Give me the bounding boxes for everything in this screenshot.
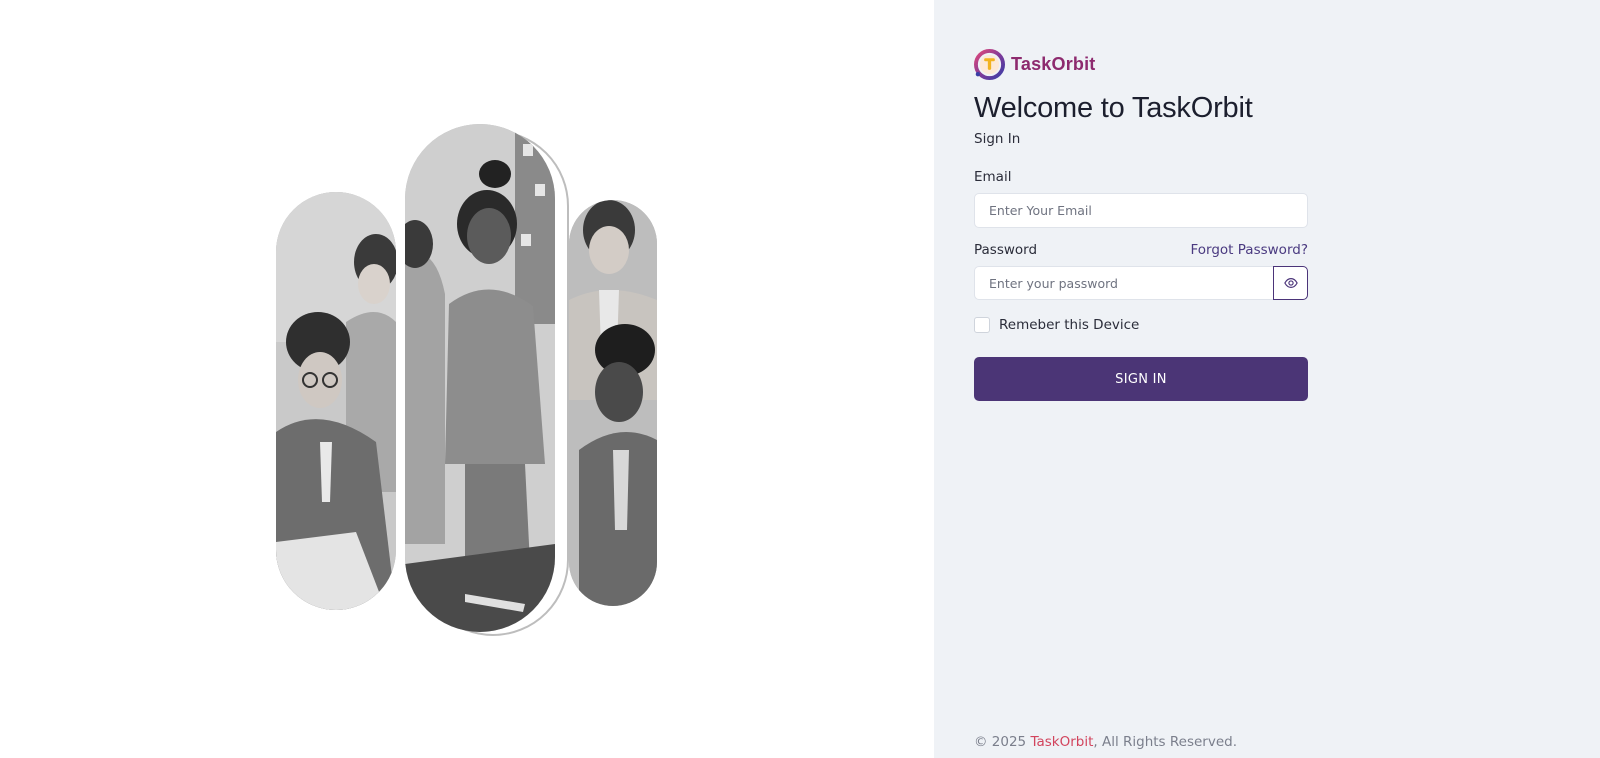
brand-header: TaskOrbit <box>974 48 1308 80</box>
remember-device-checkbox[interactable] <box>974 317 990 333</box>
password-field[interactable] <box>974 266 1273 300</box>
footer-brand-link[interactable]: TaskOrbit <box>1030 734 1093 750</box>
footer-copyright: © 2025 TaskOrbit, All Rights Reserved. <box>974 734 1237 750</box>
password-label: Password <box>974 242 1038 258</box>
page-subtitle: Sign In <box>974 131 1021 147</box>
taskorbit-logo-icon <box>974 48 1005 80</box>
team-photo-right <box>569 200 657 606</box>
login-panel: TaskOrbit Welcome to TaskOrbit Sign In E… <box>934 0 1600 758</box>
footer-suffix: , All Rights Reserved. <box>1093 734 1237 750</box>
email-label: Email <box>974 169 1012 185</box>
illustration-pane <box>0 0 934 758</box>
password-label-row: Password Forgot Password? <box>974 242 1308 258</box>
toggle-password-visibility-button[interactable] <box>1273 266 1308 300</box>
footer-prefix: © 2025 <box>974 734 1031 750</box>
brand-name: TaskOrbit <box>1011 53 1096 74</box>
page-title: Welcome to TaskOrbit <box>974 92 1253 124</box>
eye-icon <box>1283 278 1298 288</box>
sign-in-button[interactable]: SIGN IN <box>974 357 1308 401</box>
remember-device-row: Remeber this Device <box>974 317 1308 333</box>
team-photo-left <box>276 192 396 610</box>
forgot-password-link[interactable]: Forgot Password? <box>1191 242 1309 258</box>
password-input-group <box>974 266 1308 300</box>
team-photo-center <box>405 124 555 632</box>
team-photo-collage <box>270 118 662 638</box>
login-form: TaskOrbit Welcome to TaskOrbit Sign In E… <box>974 48 1308 401</box>
remember-device-label: Remeber this Device <box>999 317 1140 333</box>
email-field[interactable] <box>974 193 1308 228</box>
